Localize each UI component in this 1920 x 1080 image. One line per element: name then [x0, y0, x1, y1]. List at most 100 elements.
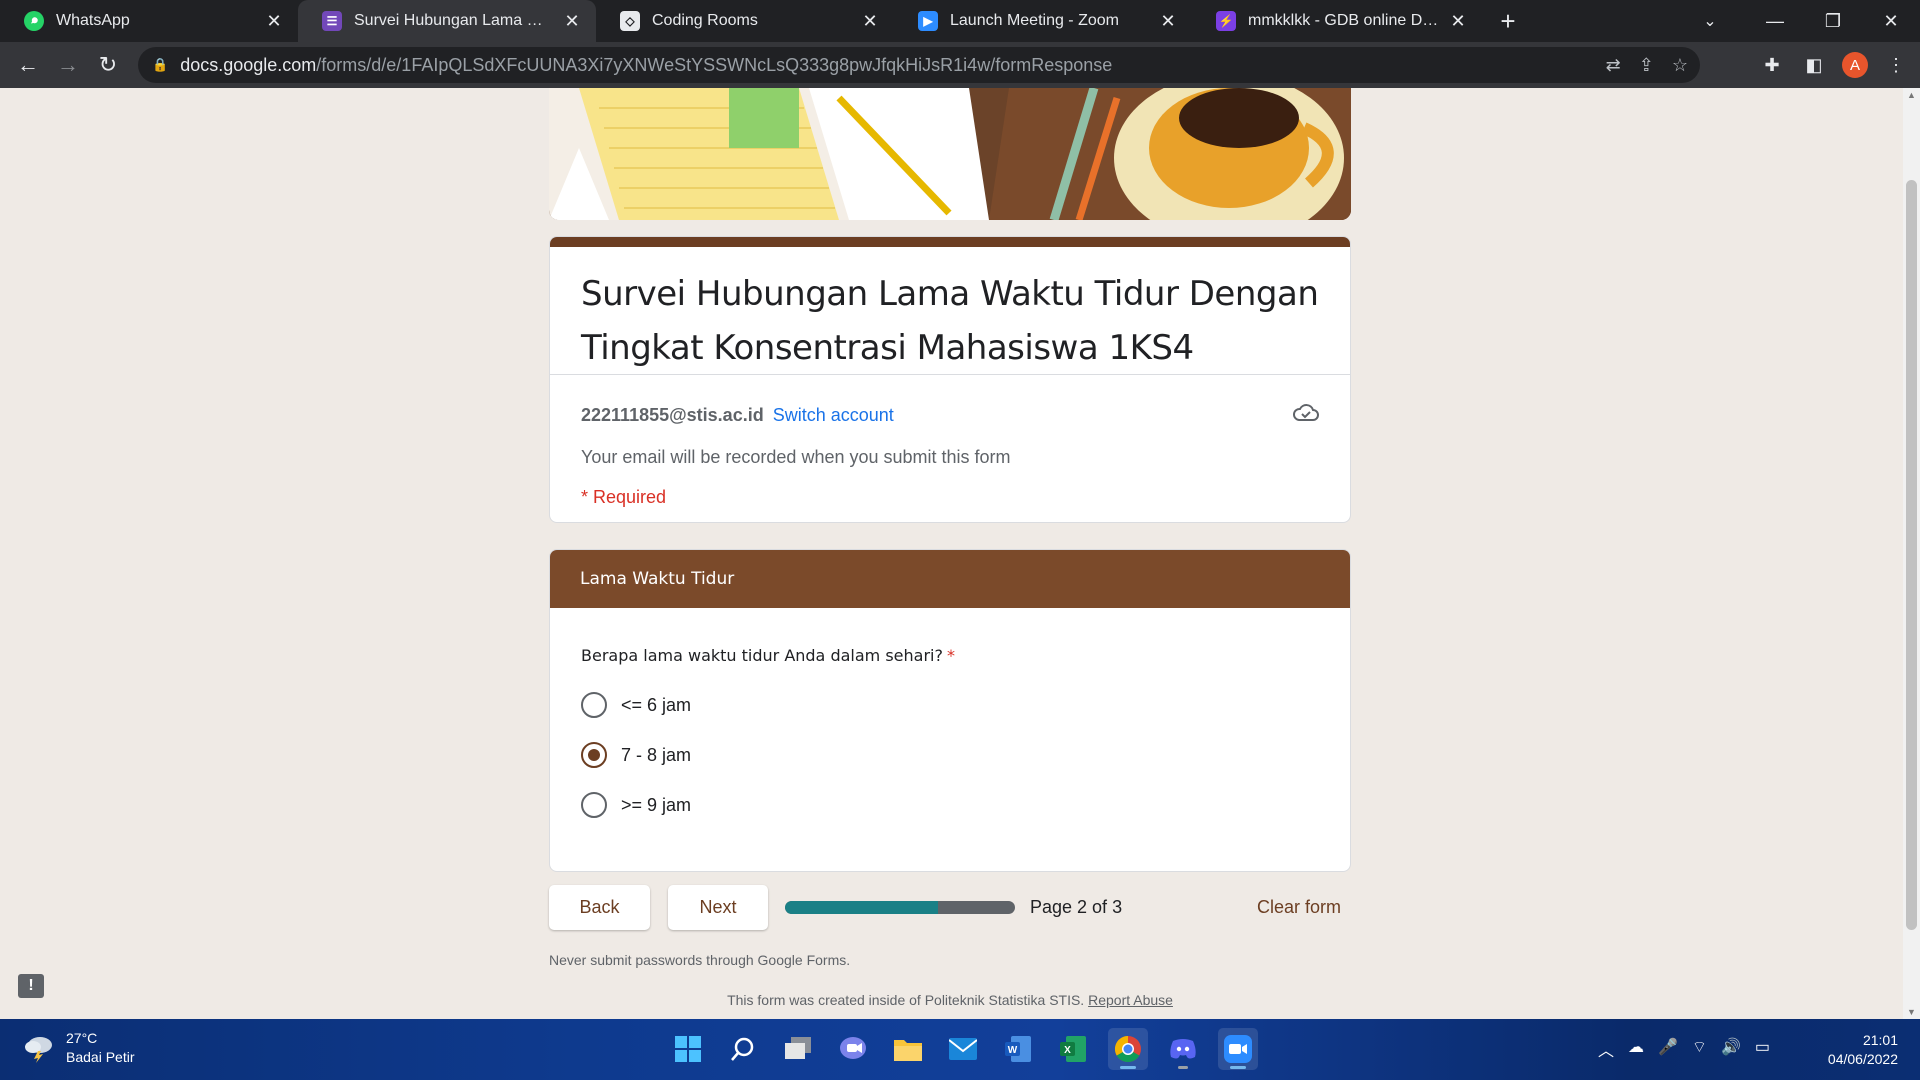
- running-indicator: [1178, 1066, 1188, 1069]
- required-asterisk: *: [946, 646, 955, 665]
- close-icon[interactable]: ✕: [562, 11, 582, 31]
- divider: [550, 374, 1350, 375]
- menu-kebab-icon[interactable]: ⋮: [1882, 51, 1910, 79]
- radio-option[interactable]: >= 9 jam: [581, 790, 691, 820]
- windows-start-icon[interactable]: [668, 1028, 708, 1070]
- scrollbar-thumb[interactable]: [1906, 180, 1917, 930]
- profile-avatar[interactable]: A: [1842, 52, 1868, 78]
- close-icon[interactable]: ✕: [1158, 11, 1178, 31]
- close-icon[interactable]: ✕: [860, 11, 880, 31]
- tab-gdb[interactable]: ⚡ mmkklkk - GDB online Debugger ✕: [1192, 0, 1482, 42]
- file-explorer-icon[interactable]: [888, 1028, 928, 1070]
- tab-title: Launch Meeting - Zoom: [950, 12, 1119, 29]
- report-abuse-link[interactable]: Report Abuse: [1088, 992, 1173, 1008]
- volume-icon[interactable]: 🔊: [1721, 1037, 1741, 1061]
- running-indicator: [1120, 1066, 1136, 1069]
- weather-condition: Badai Petir: [66, 1049, 135, 1065]
- url-host: docs.google.com: [180, 54, 317, 75]
- next-button[interactable]: Next: [668, 885, 768, 930]
- window-controls: — ❐ ✕: [1746, 0, 1920, 42]
- form-navigation: Back Next Page 2 of 3 Clear form: [549, 885, 1351, 931]
- zoom-icon: ▶: [918, 11, 938, 31]
- tab-whatsapp[interactable]: WhatsApp ✕: [0, 0, 298, 42]
- close-icon[interactable]: ✕: [1448, 11, 1468, 31]
- radio-button-selected[interactable]: [581, 742, 607, 768]
- mail-icon[interactable]: [943, 1028, 983, 1070]
- question-text: Berapa lama waktu tidur Anda dalam sehar…: [581, 646, 943, 665]
- minimize-button[interactable]: —: [1746, 0, 1804, 42]
- tab-search-chevron-icon[interactable]: ⌄: [1690, 0, 1730, 42]
- taskbar-apps: W X: [668, 1028, 1258, 1070]
- radio-option[interactable]: <= 6 jam: [581, 690, 691, 720]
- close-icon[interactable]: ✕: [264, 11, 284, 31]
- address-bar[interactable]: 🔒 docs.google.com/forms/d/e/1FAIpQLSdXFc…: [138, 47, 1700, 83]
- section-header: Lama Waktu Tidur: [550, 550, 1350, 608]
- feedback-icon[interactable]: !: [18, 974, 44, 998]
- clock-time: 21:01: [1862, 1032, 1898, 1048]
- search-icon[interactable]: [723, 1028, 763, 1070]
- word-icon[interactable]: W: [998, 1028, 1038, 1070]
- excel-icon[interactable]: X: [1053, 1028, 1093, 1070]
- required-note: * Required: [581, 487, 667, 507]
- microphone-icon[interactable]: 🎤: [1658, 1037, 1678, 1061]
- reload-icon[interactable]: ↻: [88, 45, 128, 85]
- chevron-up-icon[interactable]: ︿: [1598, 1037, 1614, 1061]
- side-panel-icon[interactable]: ◧: [1800, 51, 1828, 79]
- teams-chat-icon[interactable]: [833, 1028, 873, 1070]
- svg-text:X: X: [1064, 1045, 1071, 1056]
- chrome-icon[interactable]: [1108, 1028, 1148, 1070]
- share-icon[interactable]: ⇪: [1639, 55, 1654, 76]
- window-close-button[interactable]: ✕: [1862, 0, 1920, 42]
- tab-title: mmkklkk - GDB online Debugger: [1248, 12, 1440, 29]
- theme-accent-bar: [550, 237, 1350, 247]
- clock-date: 04/06/2022: [1827, 1051, 1898, 1067]
- running-indicator: [1230, 1066, 1246, 1069]
- onedrive-cloud-icon[interactable]: ☁: [1628, 1037, 1644, 1061]
- google-forms-icon: ☰: [322, 11, 342, 31]
- scroll-down-arrow-icon[interactable]: ▼: [1907, 1007, 1916, 1017]
- account-email: 222111855@stis.ac.id: [581, 405, 764, 425]
- forward-arrow-icon[interactable]: →: [48, 45, 88, 85]
- extensions-puzzle-icon[interactable]: ✚: [1758, 51, 1786, 79]
- restore-button[interactable]: ❐: [1804, 0, 1862, 42]
- radio-button[interactable]: [581, 792, 607, 818]
- switch-account-link[interactable]: Switch account: [773, 405, 894, 425]
- wifi-icon[interactable]: ⌔: [1692, 1037, 1707, 1061]
- tab-zoom[interactable]: ▶ Launch Meeting - Zoom ✕: [894, 0, 1192, 42]
- footer-created: This form was created inside of Politekn…: [549, 992, 1351, 1008]
- task-view-icon[interactable]: [778, 1028, 818, 1070]
- cloud-saved-icon: [1293, 404, 1319, 421]
- lock-icon[interactable]: 🔒: [152, 57, 168, 73]
- section-card: Lama Waktu Tidur Berapa lama waktu tidur…: [549, 549, 1351, 872]
- weather-widget[interactable]: 27°C Badai Petir: [22, 1029, 134, 1067]
- tab-coding-rooms[interactable]: ◇ Coding Rooms ✕: [596, 0, 894, 42]
- gdb-icon: ⚡: [1216, 11, 1236, 31]
- scroll-up-arrow-icon[interactable]: ▲: [1907, 90, 1916, 100]
- tab-title: Survei Hubungan Lama Waktu Tidur Dengan …: [354, 12, 554, 29]
- tab-title: WhatsApp: [56, 12, 130, 29]
- form-header-image: [549, 88, 1351, 220]
- back-button[interactable]: Back: [549, 885, 650, 930]
- bookmark-star-icon[interactable]: ☆: [1672, 55, 1688, 76]
- option-label: >= 9 jam: [621, 794, 692, 815]
- form-title: Survei Hubungan Lama Waktu Tidur Dengan …: [581, 274, 1319, 368]
- battery-icon[interactable]: ▭: [1755, 1037, 1770, 1061]
- discord-icon[interactable]: [1163, 1028, 1203, 1070]
- weather-temperature: 27°C: [66, 1030, 98, 1046]
- back-arrow-icon[interactable]: ←: [8, 45, 48, 85]
- page-indicator: Page 2 of 3: [1030, 897, 1123, 917]
- system-clock[interactable]: 21:01 04/06/2022: [1828, 1031, 1898, 1069]
- zoom-icon[interactable]: [1218, 1028, 1258, 1070]
- tab-google-forms[interactable]: ☰ Survei Hubungan Lama Waktu Tidur Denga…: [298, 0, 596, 42]
- password-warning: Never submit passwords through Google Fo…: [549, 952, 851, 968]
- browser-tab-strip: WhatsApp ✕ ☰ Survei Hubungan Lama Waktu …: [0, 0, 1920, 42]
- clear-form-button[interactable]: Clear form: [1257, 897, 1341, 918]
- translate-icon[interactable]: ⇄: [1606, 55, 1621, 76]
- page-scrollbar[interactable]: ▲ ▼: [1903, 88, 1920, 1019]
- radio-option[interactable]: 7 - 8 jam: [581, 740, 691, 770]
- radio-button[interactable]: [581, 692, 607, 718]
- browser-toolbar: ← → ↻ 🔒 docs.google.com/forms/d/e/1FAIpQ…: [0, 42, 1920, 88]
- page-viewport: Survei Hubungan Lama Waktu Tidur Dengan …: [0, 88, 1920, 1019]
- new-tab-button[interactable]: +: [1490, 0, 1526, 42]
- svg-text:W: W: [1008, 1045, 1018, 1056]
